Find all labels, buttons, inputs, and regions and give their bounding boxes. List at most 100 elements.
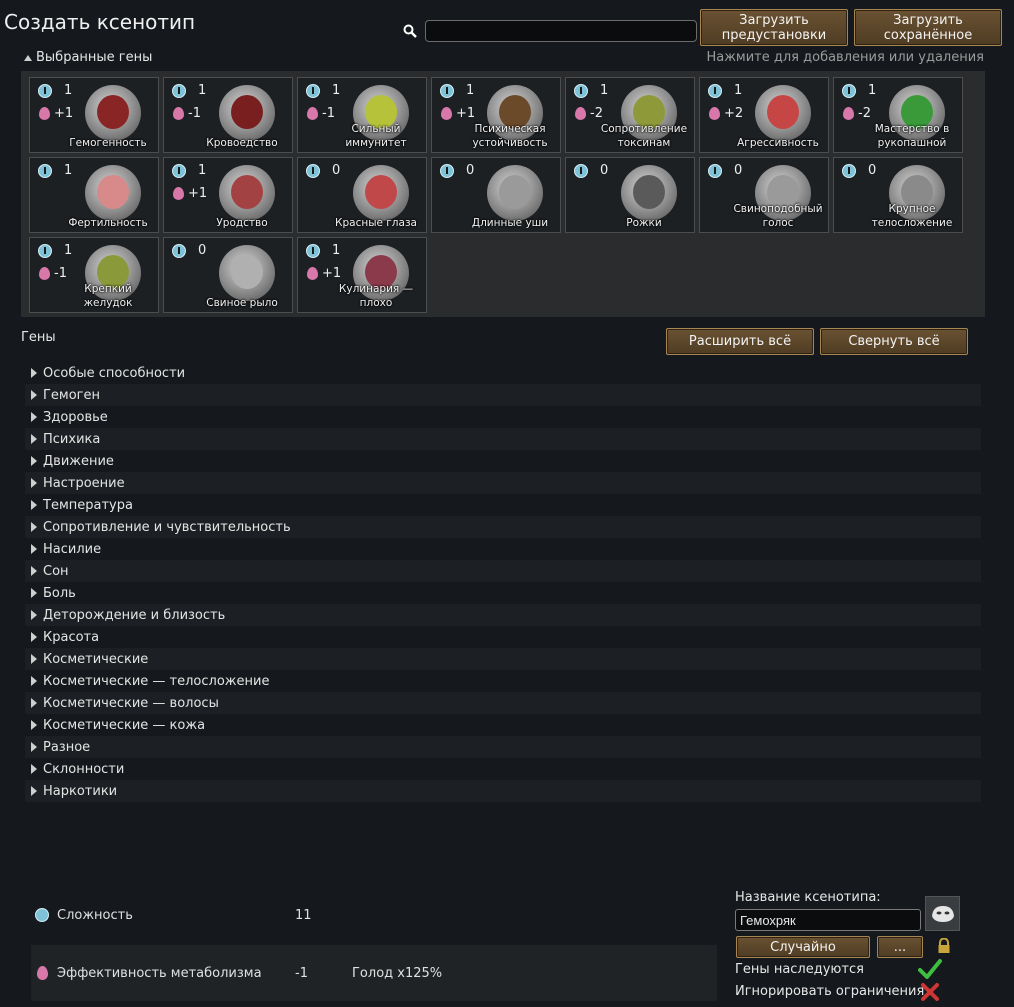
expand-triangle-icon [31,544,37,554]
load-saved-button[interactable]: Загрузить сохранённое [854,9,1002,46]
category-label: Красота [43,629,100,645]
expand-triangle-icon [31,610,37,620]
gene-category-row[interactable]: Температура [25,494,981,516]
collapse-all-button[interactable]: Свернуть всё [820,328,968,355]
gene-category-row[interactable]: Движение [25,450,981,472]
gene-tile[interactable]: 0 Красные глаза [297,157,427,233]
gene-label: Мастерство в рукопашной [874,123,950,149]
complexity-icon [172,84,186,98]
gene-tile[interactable]: 1 Фертильность [29,157,159,233]
metabolism-icon [709,107,720,120]
expand-triangle-icon [31,456,37,466]
search-icon [403,24,417,38]
gene-complexity: 1 [600,83,609,98]
gene-category-row[interactable]: Здоровье [25,406,981,428]
gene-category-row[interactable]: Сопротивление и чувствительность [25,516,981,538]
gene-label: Кровоедство [206,137,278,149]
complexity-icon [842,164,856,178]
category-label: Психика [43,431,101,447]
category-label: Наркотики [43,783,118,799]
category-label: Разное [43,739,91,755]
gene-icon [219,165,275,221]
gene-tile[interactable]: 1 +1 Психическая устойчивость [431,77,561,153]
random-name-button[interactable]: Случайно [736,936,870,958]
gene-label: Свиноподобный голос [733,203,823,229]
expand-triangle-icon [31,588,37,598]
load-presets-button[interactable]: Загрузить предустановки [700,9,848,46]
gene-tile[interactable]: 1 +1 Кулинария — плохо [297,237,427,313]
gene-category-row[interactable]: Разное [25,736,981,758]
complexity-icon [38,244,52,258]
gene-category-row[interactable]: Косметические — кожа [25,714,981,736]
lock-icon[interactable] [937,938,951,954]
gene-category-row[interactable]: Боль [25,582,981,604]
expand-triangle-icon [31,368,37,378]
gene-category-row[interactable]: Красота [25,626,981,648]
gene-complexity: 0 [868,163,877,178]
gene-category-row[interactable]: Склонности [25,758,981,780]
hunger-value: Голод x125% [352,965,443,981]
gene-category-row[interactable]: Косметические [25,648,981,670]
gene-category-row[interactable]: Сон [25,560,981,582]
gene-tile[interactable]: 1 +2 Агрессивность [699,77,829,153]
gene-category-row[interactable]: Косметические — волосы [25,692,981,714]
gene-metabolism: -2 [858,106,871,121]
gene-tile[interactable]: 1 -1 Сильный иммунитет [297,77,427,153]
gene-category-row[interactable]: Настроение [25,472,981,494]
genes-section-title: Гены [21,330,56,345]
gene-category-row[interactable]: Наркотики [25,780,981,802]
gene-label: Психическая устойчивость [472,123,548,149]
gene-tile[interactable]: 1 -2 Сопротивление токсинам [565,77,695,153]
gene-icon [487,165,543,221]
expand-triangle-icon [31,566,37,576]
gene-tile[interactable]: 1 +1 Гемогенность [29,77,159,153]
selected-genes-header[interactable]: Выбранные гены [24,50,152,65]
expand-triangle-icon [31,654,37,664]
expand-triangle-icon [31,698,37,708]
metabolism-icon [307,107,318,120]
gene-category-row[interactable]: Косметические — телосложение [25,670,981,692]
expand-triangle-icon [31,676,37,686]
gene-tile[interactable]: 1 -1 Кровоедство [163,77,293,153]
gene-tile[interactable]: 1 -2 Мастерство в рукопашной [833,77,963,153]
gene-category-row[interactable]: Деторождение и близость [25,604,981,626]
gene-category-row[interactable]: Психика [25,428,981,450]
xenotype-face-icon [931,905,954,922]
gene-category-row[interactable]: Насилие [25,538,981,560]
expand-triangle-icon [31,522,37,532]
complexity-icon [842,84,856,98]
gene-icon [621,165,677,221]
metabolism-icon [173,187,184,200]
complexity-icon [35,908,49,922]
gene-tile[interactable]: 1 +1 Уродство [163,157,293,233]
collapse-triangle-icon [24,54,32,61]
more-button[interactable]: ... [877,936,923,958]
search-input[interactable] [425,20,697,42]
selected-genes-label: Выбранные гены [36,50,153,65]
gene-tile[interactable]: 0 Крупное телосложение [833,157,963,233]
gene-icon [219,85,275,141]
gene-tile[interactable]: 0 Свиное рыло [163,237,293,313]
xenotype-icon-button[interactable] [925,896,960,931]
gene-category-row[interactable]: Гемоген [25,384,981,406]
gene-complexity: 0 [332,163,341,178]
gene-tile[interactable]: 1 -1 Крепкий желудок [29,237,159,313]
ignore-restrictions-cross-icon[interactable] [920,982,940,1002]
expand-all-button[interactable]: Расширить всё [666,328,814,355]
complexity-icon [440,164,454,178]
gene-label: Крупное телосложение [871,203,953,229]
gene-metabolism: -1 [188,106,201,121]
gene-category-row[interactable]: Особые способности [25,362,981,384]
gene-metabolism: -1 [54,266,67,281]
gene-icon [219,245,275,301]
xenotype-name-input[interactable] [735,909,921,931]
gene-tile[interactable]: 0 Рожки [565,157,695,233]
inherit-check-icon[interactable] [918,958,942,980]
gene-tile[interactable]: 0 Длинные уши [431,157,561,233]
gene-metabolism: +2 [724,106,744,121]
gene-complexity: 0 [734,163,743,178]
complexity-icon [38,164,52,178]
metabolism-icon [39,267,50,280]
complexity-row: Сложность 11 [31,887,717,943]
gene-tile[interactable]: 0 Свиноподобный голос [699,157,829,233]
